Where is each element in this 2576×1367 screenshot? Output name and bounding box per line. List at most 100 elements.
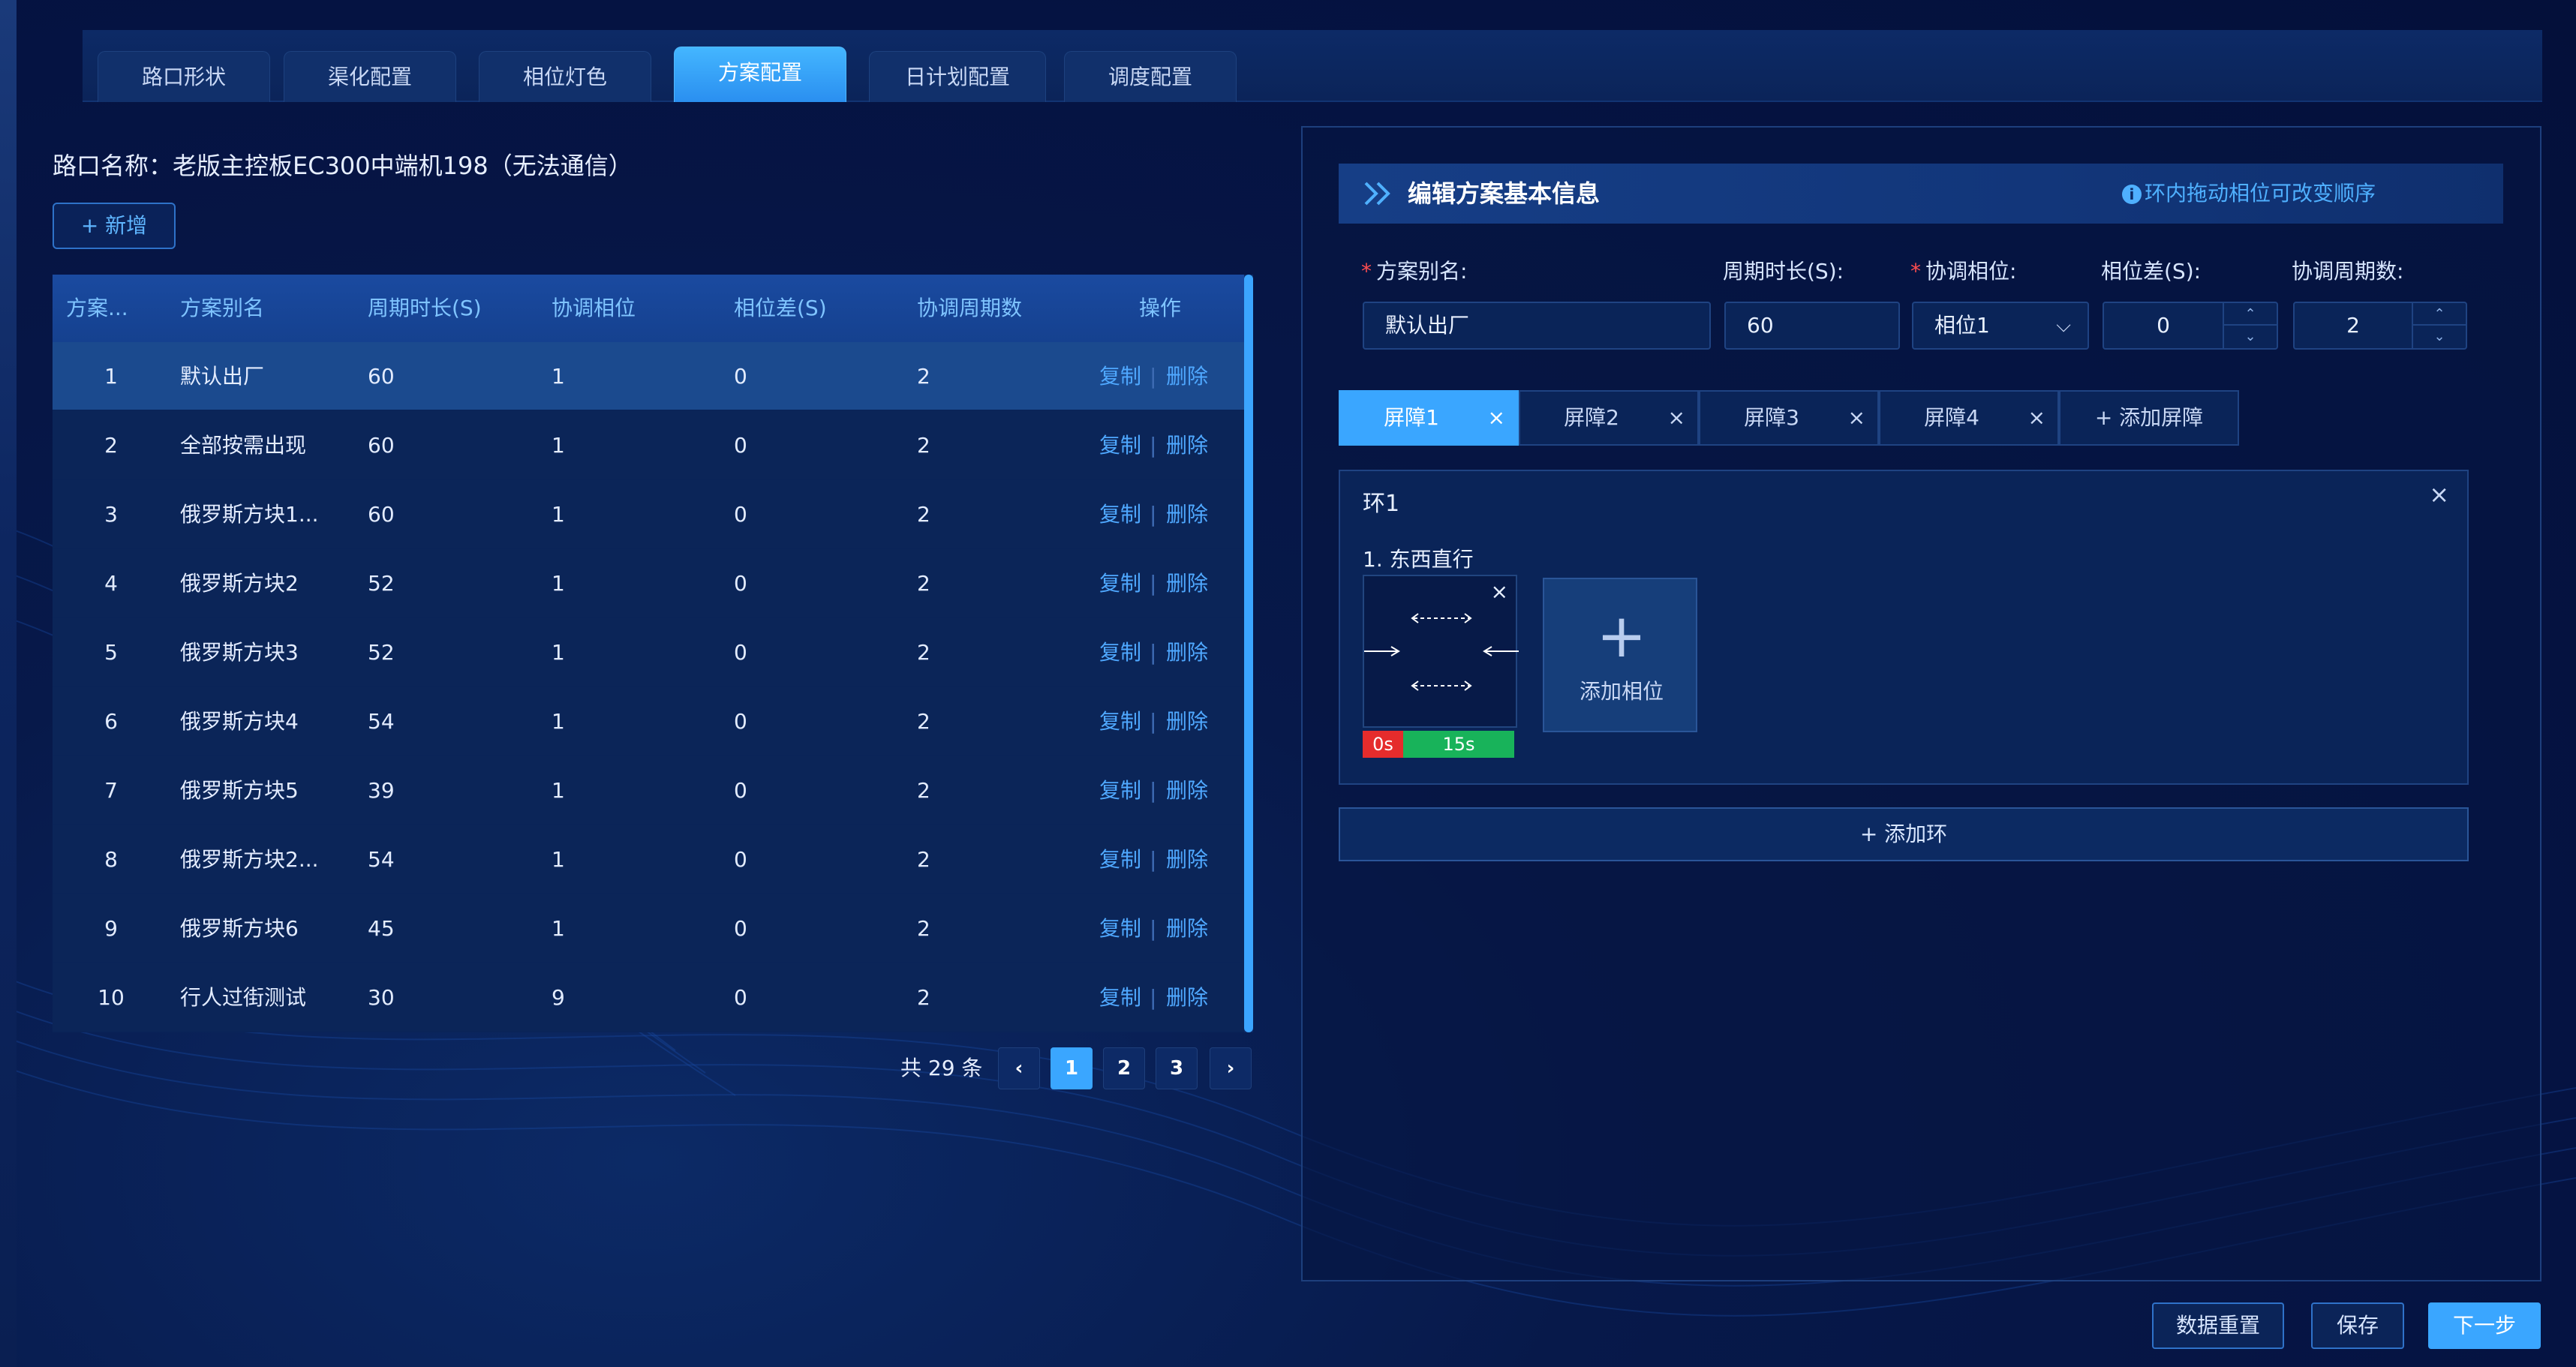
pagination-next-button[interactable]: ›: [1210, 1047, 1252, 1089]
close-icon[interactable]: ×: [1488, 392, 1505, 444]
cell-coord-periods: 2: [917, 502, 930, 527]
table-row[interactable]: 3 俄罗斯方块1... 60 1 0 2 复制 | 删除: [53, 480, 1253, 549]
table-scrollbar-thumb[interactable]: [1244, 275, 1253, 1032]
cell-coord-periods: 2: [917, 985, 930, 1010]
close-icon[interactable]: ×: [1668, 392, 1685, 444]
cell-offset: 0: [734, 847, 747, 872]
left-edge-strip: [0, 0, 17, 1367]
cell-coord-periods: 2: [917, 364, 930, 389]
offset-stepper[interactable]: 0 ⌃ ⌄: [2103, 302, 2278, 350]
cell-offset: 0: [734, 502, 747, 527]
action-separator: |: [1150, 985, 1157, 1010]
table-row[interactable]: 10 行人过街测试 30 9 0 2 复制 | 删除: [53, 963, 1253, 1032]
cycle-input[interactable]: 60: [1724, 302, 1900, 350]
copy-link[interactable]: 复制: [1099, 894, 1141, 963]
delete-link[interactable]: 删除: [1166, 549, 1208, 618]
table-row[interactable]: 8 俄罗斯方块2... 54 1 0 2 复制 | 删除: [53, 825, 1253, 894]
alias-input[interactable]: 默认出厂: [1363, 302, 1711, 350]
table-row[interactable]: 6 俄罗斯方块4 54 1 0 2 复制 | 删除: [53, 687, 1253, 756]
barrier-tab-2[interactable]: 屏障2 ×: [1519, 390, 1699, 446]
phase-name: 1. 东西直行: [1363, 547, 1474, 572]
chevron-down-icon: ⌵: [2056, 314, 2071, 337]
barrier-tab-4[interactable]: 屏障4 ×: [1879, 390, 2059, 446]
delete-link[interactable]: 删除: [1166, 687, 1208, 756]
data-reset-button[interactable]: 数据重置: [2152, 1302, 2284, 1349]
offset-increment-button[interactable]: ⌃: [2224, 303, 2277, 326]
cell-plan-id: 6: [104, 709, 118, 734]
copy-link[interactable]: 复制: [1099, 480, 1141, 549]
coord-periods-label: 协调周期数:: [2292, 259, 2404, 284]
tab-intersection-shape[interactable]: 路口形状: [98, 51, 270, 102]
tab-channelization[interactable]: 渠化配置: [284, 51, 456, 102]
delete-link[interactable]: 删除: [1166, 825, 1208, 894]
table-row[interactable]: 9 俄罗斯方块6 45 1 0 2 复制 | 删除: [53, 894, 1253, 963]
pagination-page-3[interactable]: 3: [1156, 1047, 1198, 1089]
delete-link[interactable]: 删除: [1166, 894, 1208, 963]
pagination-total: 共 29 条: [900, 1056, 983, 1080]
cell-coord-phase: 1: [552, 571, 565, 596]
cell-plan-alias: 俄罗斯方块2...: [180, 847, 319, 872]
coord-periods-stepper[interactable]: 2 ⌃ ⌄: [2293, 302, 2467, 350]
copy-link[interactable]: 复制: [1099, 618, 1141, 687]
cell-coord-phase: 1: [552, 364, 565, 389]
delete-link[interactable]: 删除: [1166, 411, 1208, 480]
copy-link[interactable]: 复制: [1099, 825, 1141, 894]
tab-phase-lights[interactable]: 相位灯色: [479, 51, 651, 102]
cell-plan-id: 5: [104, 640, 118, 665]
copy-link[interactable]: 复制: [1099, 342, 1141, 411]
cell-cycle: 52: [368, 571, 395, 596]
delete-link[interactable]: 删除: [1166, 480, 1208, 549]
delete-link[interactable]: 删除: [1166, 756, 1208, 825]
save-button[interactable]: 保存: [2311, 1302, 2404, 1349]
barrier-tab-1[interactable]: 屏障1 ×: [1339, 390, 1519, 446]
close-icon[interactable]: ×: [1848, 392, 1865, 444]
tab-schedule[interactable]: 调度配置: [1064, 51, 1237, 102]
table-row[interactable]: 7 俄罗斯方块5 39 1 0 2 复制 | 删除: [53, 756, 1253, 825]
add-plan-button[interactable]: + 新增: [53, 203, 176, 249]
copy-link[interactable]: 复制: [1099, 756, 1141, 825]
add-barrier-button[interactable]: + 添加屏障: [2059, 390, 2239, 446]
coord-phase-select[interactable]: 相位1 ⌵: [1912, 302, 2089, 350]
pagination-prev-button[interactable]: ‹: [998, 1047, 1040, 1089]
table-row[interactable]: 2 全部按需出现 60 1 0 2 复制 | 删除: [53, 411, 1253, 480]
table-row[interactable]: 4 俄罗斯方块2 52 1 0 2 复制 | 删除: [53, 549, 1253, 618]
coord-periods-value: 2: [2346, 313, 2360, 338]
table-row[interactable]: 5 俄罗斯方块3 52 1 0 2 复制 | 删除: [53, 618, 1253, 687]
cell-plan-alias: 俄罗斯方块2: [180, 571, 299, 596]
delete-link[interactable]: 删除: [1166, 618, 1208, 687]
phase-card[interactable]: ×: [1363, 575, 1519, 728]
coord-periods-increment-button[interactable]: ⌃: [2413, 303, 2466, 326]
close-icon[interactable]: ×: [2028, 392, 2045, 444]
copy-link[interactable]: 复制: [1099, 687, 1141, 756]
add-ring-button[interactable]: + 添加环: [1339, 807, 2469, 861]
add-phase-button[interactable]: + 添加相位: [1543, 578, 1697, 732]
cell-plan-id: 2: [104, 433, 118, 458]
tab-plan-config[interactable]: 方案配置: [674, 47, 846, 102]
col-plan-id[interactable]: 方案...: [66, 275, 128, 342]
barrier-tab-3[interactable]: 屏障3 ×: [1699, 390, 1879, 446]
intersection-title: 路口名称：老版主控板EC300中端机198（无法通信）: [53, 152, 633, 180]
coord-periods-decrement-button[interactable]: ⌄: [2413, 326, 2466, 348]
tab-day-plan[interactable]: 日计划配置: [869, 51, 1046, 102]
cell-coord-phase: 1: [552, 640, 565, 665]
cell-coord-periods: 2: [917, 640, 930, 665]
pagination-page-1[interactable]: 1: [1051, 1047, 1093, 1089]
cell-plan-id: 10: [98, 985, 125, 1010]
delete-link[interactable]: 删除: [1166, 963, 1208, 1032]
col-offset: 相位差(S): [734, 296, 827, 320]
cell-cycle: 60: [368, 433, 395, 458]
copy-link[interactable]: 复制: [1099, 549, 1141, 618]
next-step-button[interactable]: 下一步: [2428, 1302, 2541, 1349]
table-row[interactable]: 1 默认出厂 60 1 0 2 复制 | 删除: [53, 342, 1253, 411]
alias-label: * 方案别名:: [1361, 259, 1468, 284]
pagination-page-2[interactable]: 2: [1103, 1047, 1145, 1089]
cell-offset: 0: [734, 709, 747, 734]
delete-link[interactable]: 删除: [1166, 342, 1208, 411]
offset-decrement-button[interactable]: ⌄: [2224, 326, 2277, 348]
copy-link[interactable]: 复制: [1099, 411, 1141, 480]
close-icon[interactable]: ×: [2429, 480, 2449, 509]
col-plan-alias: 方案别名: [180, 296, 265, 320]
copy-link[interactable]: 复制: [1099, 963, 1141, 1032]
cell-plan-id: 4: [104, 571, 118, 596]
cell-cycle: 60: [368, 502, 395, 527]
